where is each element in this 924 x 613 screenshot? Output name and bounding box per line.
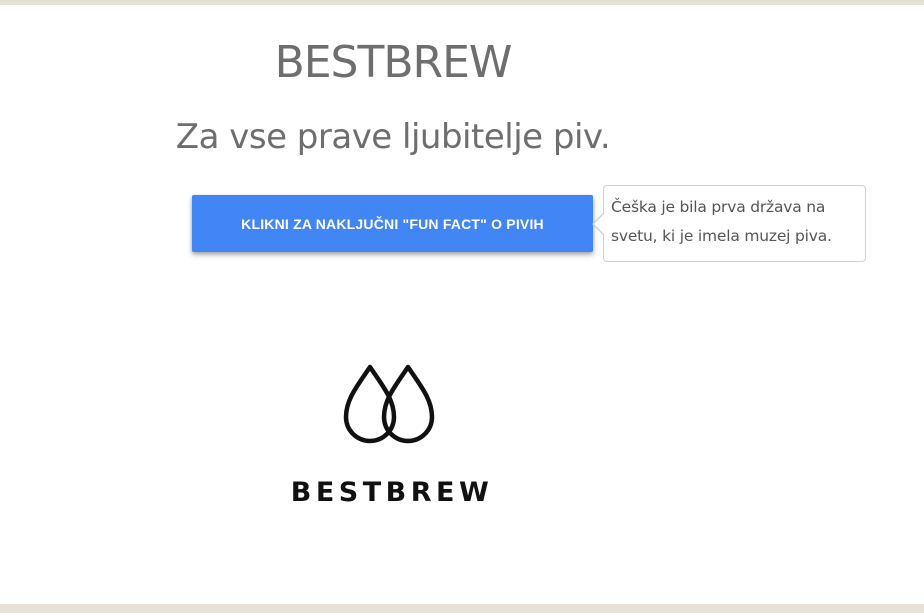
- page-subtitle: Za vse prave ljubitelje piv.: [175, 117, 611, 157]
- logo-wordmark: BESTBREW: [290, 477, 494, 508]
- two-drops-icon: [343, 364, 435, 444]
- fun-fact-text: Češka je bila prva država na svetu, ki j…: [611, 198, 832, 245]
- page-frame: BESTBREW Za vse prave ljubitelje piv. KL…: [0, 5, 924, 604]
- tooltip-arrow-fill: [594, 214, 604, 234]
- page-title: BESTBREW: [274, 37, 513, 88]
- fun-fact-button[interactable]: KLIKNI ZA NAKLJUČNI "FUN FACT" O PIVIH: [192, 195, 593, 252]
- fun-fact-tooltip: Češka je bila prva država na svetu, ki j…: [603, 185, 866, 262]
- bestbrew-logo: BESTBREW: [276, 361, 508, 511]
